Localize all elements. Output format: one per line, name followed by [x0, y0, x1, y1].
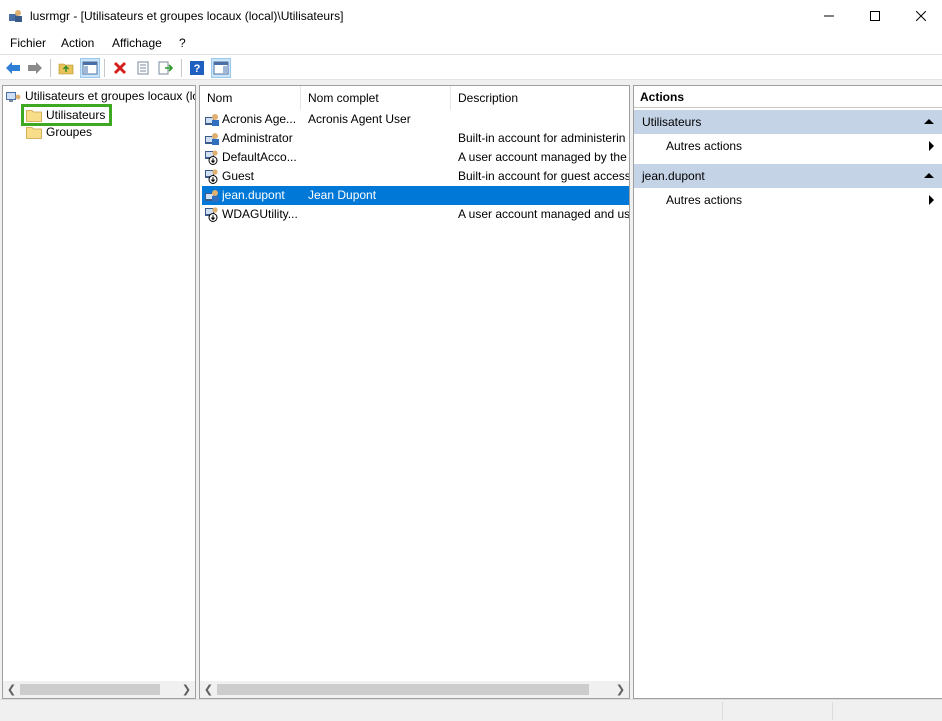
export-list-icon[interactable]	[156, 58, 176, 78]
cell-name: jean.dupont	[222, 188, 285, 202]
action-group-label: jean.dupont	[642, 169, 705, 183]
list-horizontal-scrollbar[interactable]: ❮ ❯	[200, 681, 629, 698]
disabled-user-icon	[204, 150, 220, 165]
column-header-name[interactable]: Nom	[200, 86, 301, 110]
tree-pane: Utilisateurs et groupes locaux (lo Utili…	[2, 85, 196, 699]
cell-fullname: Jean Dupont	[308, 188, 377, 202]
cell-name: WDAGUtility...	[222, 207, 298, 221]
menu-bar: Fichier Action Affichage ?	[0, 32, 942, 54]
cell-name: Guest	[222, 169, 255, 183]
help-icon[interactable]: ?	[187, 58, 207, 78]
collapse-up-icon[interactable]	[924, 119, 934, 124]
tree-users-label: Utilisateurs	[46, 108, 106, 122]
status-divider	[722, 702, 723, 720]
table-row[interactable]: Acronis Age... Acronis Agent User	[202, 110, 629, 129]
disabled-user-icon	[204, 207, 220, 222]
delete-icon[interactable]	[110, 58, 130, 78]
cell-fullname: Acronis Agent User	[308, 112, 411, 126]
back-icon[interactable]	[3, 58, 23, 78]
up-folder-icon[interactable]	[56, 58, 76, 78]
action-item-label: Autres actions	[666, 193, 743, 207]
toolbar-separator	[104, 59, 105, 77]
forward-icon[interactable]	[25, 58, 45, 78]
action-group-jean-dupont[interactable]: jean.dupont	[634, 164, 942, 188]
status-bar	[0, 699, 942, 721]
toolbar: ?	[0, 54, 942, 80]
action-group-label: Utilisateurs	[642, 115, 702, 129]
action-autres-actions[interactable]: Autres actions	[634, 189, 942, 211]
title-bar: lusrmgr - [Utilisateurs et groupes locau…	[0, 0, 942, 32]
cell-description: Built-in account for guest access	[458, 169, 629, 183]
menu-help[interactable]: ?	[179, 36, 186, 50]
column-header-description[interactable]: Description	[451, 86, 629, 110]
disabled-user-icon	[204, 169, 220, 184]
scroll-thumb[interactable]	[217, 684, 589, 695]
actions-pane: Actions Utilisateurs Autres actions jean…	[633, 85, 942, 699]
maximize-button[interactable]	[852, 0, 898, 32]
table-row[interactable]: DefaultAcco... A user account managed by …	[202, 148, 629, 167]
list-header: Nom Nom complet Description	[200, 86, 629, 110]
submenu-arrow-icon	[929, 195, 934, 205]
user-icon	[204, 188, 220, 203]
users-list-pane: Nom Nom complet Description Acronis Age.…	[199, 85, 630, 699]
table-row[interactable]: WDAGUtility... A user account managed and…	[202, 205, 629, 224]
cell-name: Administrator	[222, 131, 293, 145]
table-row[interactable]: Guest Built-in account for guest access	[202, 167, 629, 186]
table-row[interactable]: Administrator Built-in account for admini…	[202, 129, 629, 148]
scroll-thumb[interactable]	[20, 684, 160, 695]
tree-root-label: Utilisateurs et groupes locaux (lo	[25, 89, 196, 103]
action-item-label: Autres actions	[666, 139, 743, 153]
cell-description: Built-in account for administerin	[458, 131, 626, 145]
toolbar-separator	[50, 59, 51, 77]
folder-icon	[26, 126, 42, 139]
show-hide-action-pane-icon[interactable]	[211, 58, 231, 78]
cell-description: A user account managed and us	[458, 207, 629, 221]
window-title: lusrmgr - [Utilisateurs et groupes locau…	[30, 9, 344, 23]
menu-affichage[interactable]: Affichage	[112, 36, 162, 50]
tree-item-root[interactable]: Utilisateurs et groupes locaux (lo	[5, 87, 196, 105]
properties-icon[interactable]	[133, 58, 153, 78]
menu-action[interactable]: Action	[61, 36, 94, 50]
status-divider	[832, 702, 833, 720]
cell-name: DefaultAcco...	[222, 150, 297, 164]
minimize-button[interactable]	[806, 0, 852, 32]
user-icon	[204, 112, 220, 127]
tree-horizontal-scrollbar[interactable]: ❮ ❯	[3, 681, 195, 698]
column-header-fullname[interactable]: Nom complet	[301, 86, 451, 110]
folder-icon	[26, 109, 42, 122]
toolbar-separator	[181, 59, 182, 77]
scroll-left-icon[interactable]: ❮	[200, 681, 217, 698]
svg-text:?: ?	[194, 63, 201, 75]
cell-description: A user account managed by the	[458, 150, 627, 164]
computer-users-icon	[5, 90, 21, 103]
action-group-utilisateurs[interactable]: Utilisateurs	[634, 110, 942, 134]
app-users-icon	[8, 8, 24, 24]
cell-name: Acronis Age...	[222, 112, 297, 126]
show-hide-tree-icon[interactable]	[80, 58, 100, 78]
tree-groups-label: Groupes	[46, 125, 93, 139]
scroll-right-icon[interactable]: ❯	[612, 681, 629, 698]
menu-fichier[interactable]: Fichier	[10, 36, 46, 50]
scroll-right-icon[interactable]: ❯	[178, 681, 195, 698]
close-button[interactable]	[898, 0, 942, 32]
submenu-arrow-icon	[929, 141, 934, 151]
user-icon	[204, 131, 220, 146]
action-autres-actions[interactable]: Autres actions	[634, 135, 942, 157]
scroll-left-icon[interactable]: ❮	[3, 681, 20, 698]
actions-title: Actions	[634, 86, 942, 108]
table-row[interactable]: jean.dupont Jean Dupont	[202, 186, 629, 205]
tree-item-groups[interactable]: Groupes	[26, 123, 92, 141]
collapse-up-icon[interactable]	[924, 173, 934, 178]
